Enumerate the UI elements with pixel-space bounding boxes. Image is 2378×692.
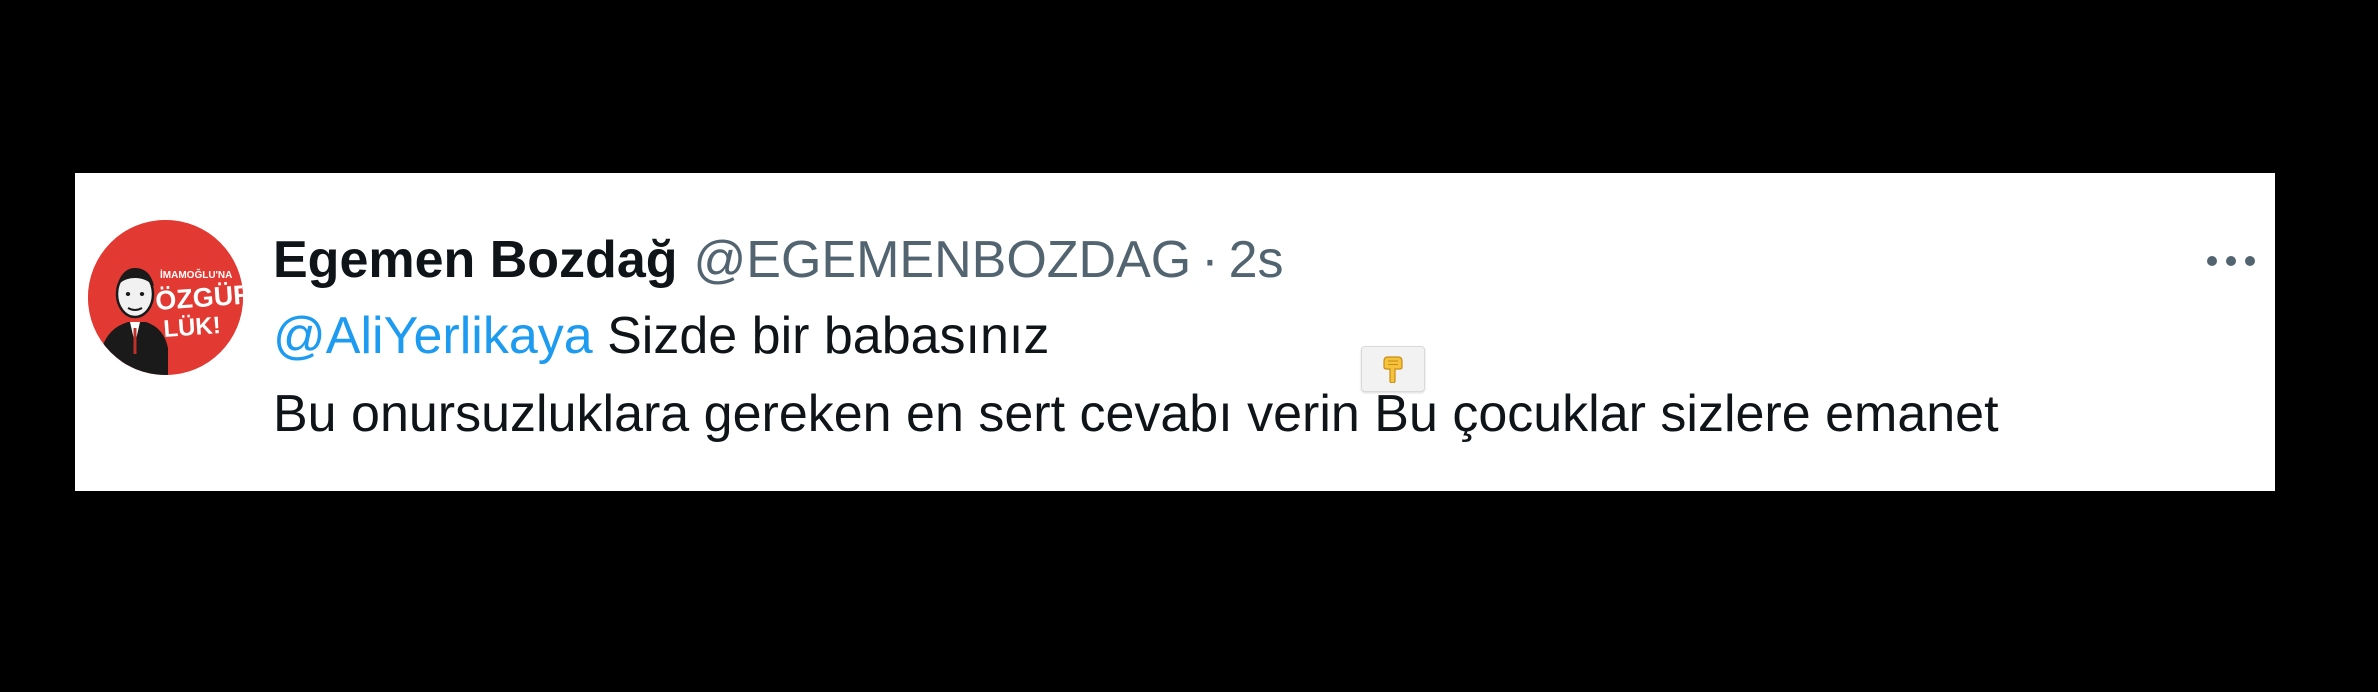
svg-text:ÖZGÜR-: ÖZGÜR- xyxy=(154,279,243,316)
separator-dot: · xyxy=(1201,231,1219,289)
author-display-name[interactable]: Egemen Bozdağ xyxy=(273,229,678,291)
tweet-card[interactable]: İMAMOĞLU'NA ÖZGÜR- LÜK! Egemen Bozdağ @E… xyxy=(75,173,2275,491)
avatar[interactable]: İMAMOĞLU'NA ÖZGÜR- LÜK! xyxy=(88,220,243,375)
mention-link[interactable]: @AliYerlikaya xyxy=(273,307,593,365)
timestamp[interactable]: 2s xyxy=(1229,229,1284,291)
author-handle[interactable]: @EGEMENBOZDAG xyxy=(694,229,1192,291)
backhand-index-pointing-down-icon xyxy=(1383,356,1403,383)
svg-text:LÜK!: LÜK! xyxy=(163,312,222,343)
tweet-body: Egemen Bozdağ @EGEMENBOZDAG · 2s @AliYer… xyxy=(273,229,2233,453)
tweet-header: Egemen Bozdağ @EGEMENBOZDAG · 2s xyxy=(273,229,2233,291)
more-options-button[interactable] xyxy=(2203,241,2259,281)
tweet-text-line-1: @AliYerlikaya Sizde bir babasınız xyxy=(273,297,2233,375)
tweet-text-line-2: Bu onursuzluklara gereken en sert cevabı… xyxy=(273,385,1999,443)
tweet-text-1: Sizde bir babasınız xyxy=(592,307,1050,365)
svg-text:İMAMOĞLU'NA: İMAMOĞLU'NA xyxy=(160,268,232,281)
pointing-down-emoji-icon xyxy=(1361,346,1425,392)
ellipsis-icon xyxy=(2207,256,2255,266)
avatar-image: İMAMOĞLU'NA ÖZGÜR- LÜK! xyxy=(88,220,243,375)
